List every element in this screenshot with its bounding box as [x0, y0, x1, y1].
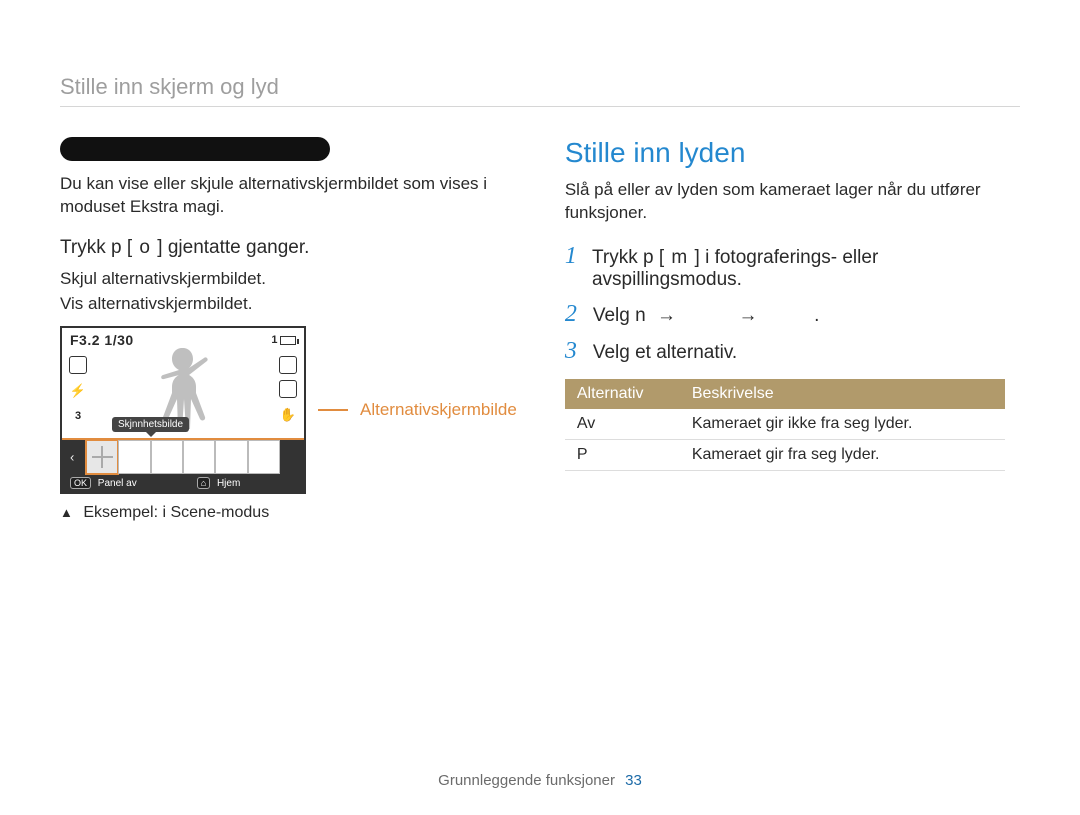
panel-off-label: Panel av — [98, 478, 137, 489]
step-prefix: Trykk p — [592, 247, 654, 268]
lcd-with-callout: F3.2 1/30 1 3 — [60, 326, 517, 494]
callout-label: Alternativskjermbilde — [360, 400, 517, 420]
cell-option: Av — [565, 409, 680, 440]
frame-count: 1 — [271, 334, 278, 346]
list-item: Skjul alternativskjermbildet. — [60, 267, 517, 292]
manual-page: Stille inn skjerm og lyd Du kan vise ell… — [0, 0, 1080, 815]
left-column: Du kan vise eller skjule alternativskjer… — [60, 137, 517, 538]
step-prefix: Velg n — [593, 305, 646, 326]
two-column-layout: Du kan vise eller skjule alternativskjer… — [60, 137, 1020, 538]
lcd-caption: Eksempel: i Scene-modus — [60, 504, 517, 522]
key-o-label: o — [139, 237, 150, 258]
key-o: o — [127, 237, 163, 259]
key-m: m — [659, 247, 700, 269]
page-footer: Grunnleggende funksjoner 33 — [0, 772, 1080, 789]
option-cell — [183, 440, 215, 474]
lcd-status-right: 1 — [271, 332, 296, 348]
option-cells — [86, 440, 280, 474]
page-number: 33 — [625, 772, 642, 789]
section-heading-redacted — [60, 137, 330, 161]
step-number: 1 — [565, 243, 592, 270]
left-bullet-list: Skjul alternativskjermbildet. Vis altern… — [60, 267, 517, 316]
anti-shake-icon — [278, 404, 298, 424]
mode-number-icon: 3 — [68, 406, 88, 426]
step-3: 3 Velg et alternativ. — [565, 338, 1020, 365]
instr-prefix: Trykk p — [60, 237, 122, 258]
battery-icon — [280, 336, 296, 345]
arrow-right-icon — [739, 305, 758, 327]
arrow-right-icon — [657, 305, 676, 327]
lcd-left-icons: 3 — [68, 356, 88, 426]
grid-icon — [69, 356, 87, 374]
col-header-option: Alternativ — [565, 379, 680, 409]
right-column: Stille inn lyden Slå på eller av lyden s… — [565, 137, 1020, 538]
page-title: Stille inn skjerm og lyd — [60, 74, 1020, 107]
flash-icon — [68, 380, 88, 400]
option-cell-selected — [86, 440, 118, 474]
option-cell — [118, 440, 150, 474]
step-number: 3 — [565, 338, 593, 365]
table-row: P Kameraet gir fra seg lyder. — [565, 439, 1005, 470]
numbered-steps: 1 Trykk p m i fotograferings- eller avsp… — [565, 243, 1020, 365]
lcd-bottom-bar: OK Panel av ⌂ Hjem — [62, 474, 304, 492]
resolution-icon — [279, 356, 297, 374]
left-intro-paragraph: Du kan vise eller skjule alternativskjer… — [60, 173, 517, 219]
option-cell — [248, 440, 280, 474]
tooltip-label: Skjnnhetsbilde — [112, 417, 189, 432]
step-number: 2 — [565, 301, 593, 328]
instr-suffix: gjentatte ganger. — [168, 237, 310, 258]
exposure-text: F3.2 1/30 — [70, 332, 134, 348]
lcd-home-group: ⌂ Hjem — [197, 477, 241, 489]
options-table: Alternativ Beskrivelse Av Kameraet gir i… — [565, 379, 1005, 471]
option-cell — [215, 440, 247, 474]
home-button-icon: ⌂ — [197, 477, 210, 489]
chevron-right-icon: › — [292, 450, 296, 465]
option-strip: ‹ › — [62, 438, 304, 474]
section-heading: Stille inn lyden — [565, 137, 1020, 169]
cell-description: Kameraet gir ikke fra seg lyder. — [680, 409, 1005, 440]
col-header-description: Beskrivelse — [680, 379, 1005, 409]
list-item: Vis alternativskjermbildet. — [60, 292, 517, 317]
key-m-label: m — [671, 247, 687, 268]
ok-button-icon: OK — [70, 477, 91, 489]
step-text: Trykk p m i fotograferings- eller avspil… — [592, 247, 1020, 291]
cell-option: P — [565, 439, 680, 470]
step-2: 2 Velg n . — [565, 301, 1020, 328]
triangle-up-icon — [60, 504, 79, 521]
step-1: 1 Trykk p m i fotograferings- eller avsp… — [565, 243, 1020, 291]
table-row: Av Kameraet gir ikke fra seg lyder. — [565, 409, 1005, 440]
callout-connector — [318, 409, 348, 411]
step-text: Velg n . — [593, 305, 820, 327]
caption-text: Eksempel: i Scene-modus — [83, 504, 269, 521]
chevron-left-icon: ‹ — [70, 450, 74, 465]
footer-section-name: Grunnleggende funksjoner — [438, 772, 615, 789]
left-instruction: Trykk p o gjentatte ganger. — [60, 237, 517, 259]
option-cell — [151, 440, 183, 474]
home-label: Hjem — [217, 478, 240, 489]
step-end: . — [814, 305, 819, 326]
lcd-ok-group: OK Panel av — [70, 477, 137, 489]
cell-description: Kameraet gir fra seg lyder. — [680, 439, 1005, 470]
lcd-screenshot: F3.2 1/30 1 3 — [60, 326, 306, 494]
table-row: Alternativ Beskrivelse — [565, 379, 1005, 409]
step-text: Velg et alternativ. — [593, 342, 737, 364]
quality-icon — [279, 380, 297, 398]
lcd-right-icons — [278, 356, 298, 424]
right-intro-paragraph: Slå på eller av lyden som kameraet lager… — [565, 179, 1020, 225]
lcd-upper-area: F3.2 1/30 1 3 — [62, 328, 304, 438]
